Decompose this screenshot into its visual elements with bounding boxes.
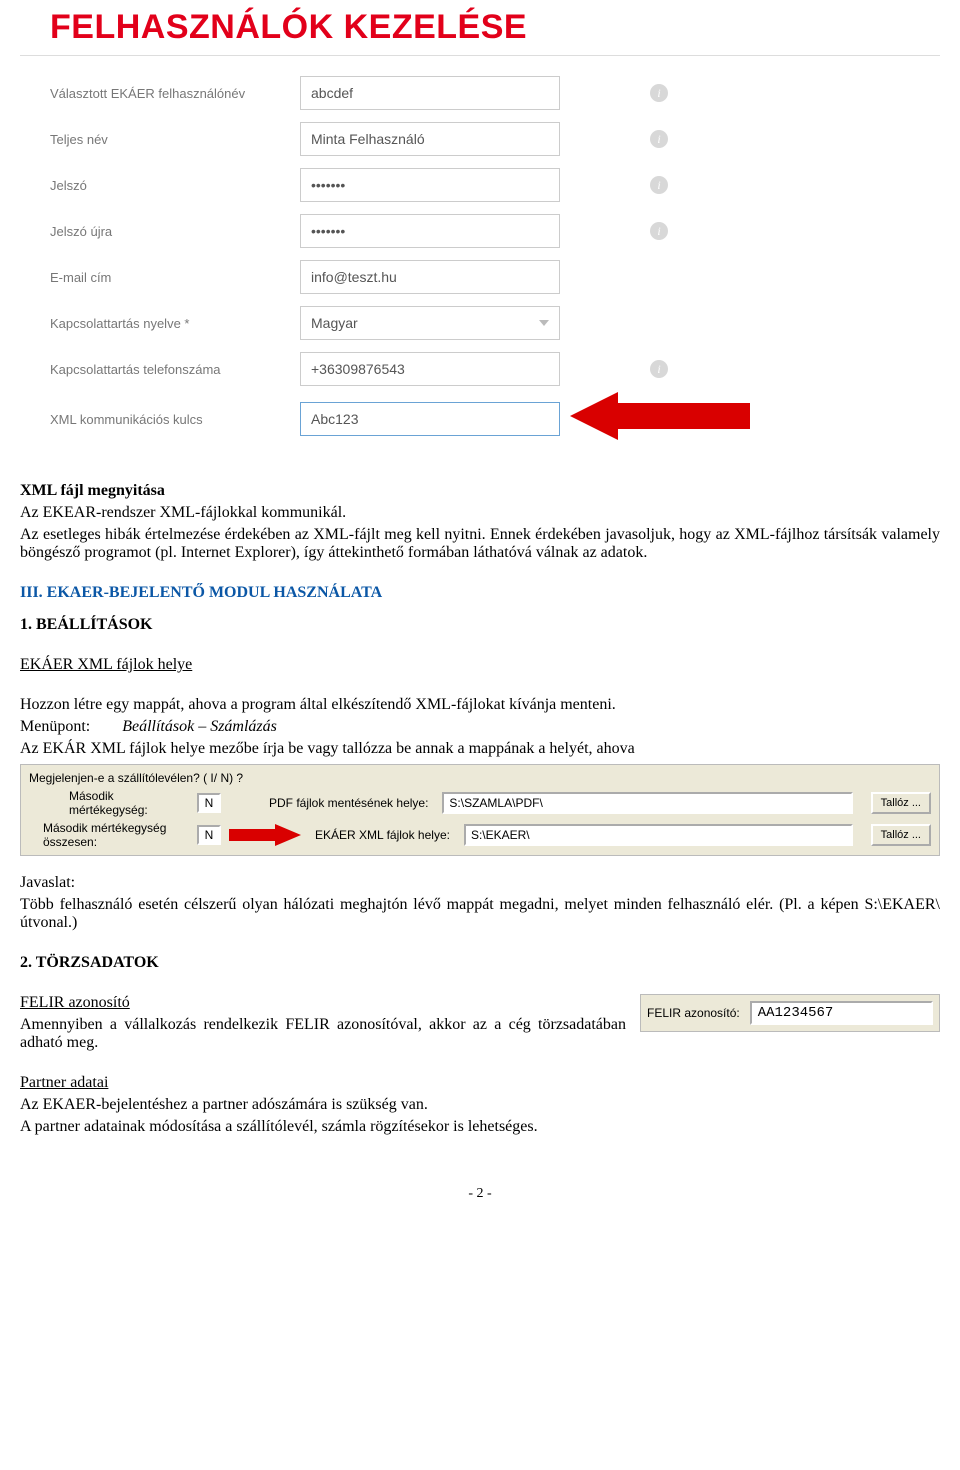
arrow-right-icon [229, 824, 301, 846]
subheading-partner: Partner adatai [20, 1074, 940, 1092]
dialog-input-ekaerpath[interactable]: S:\EKAER\ [464, 824, 853, 846]
paragraph: Menüpont: Beállítások – Számlázás [20, 718, 940, 736]
input-email[interactable]: info@teszt.hu [300, 260, 560, 294]
row-email: E-mail cím info@teszt.hu [50, 260, 940, 294]
label-password: Jelszó [50, 178, 300, 193]
input-phone[interactable]: +36309876543 [300, 352, 560, 386]
info-icon[interactable]: i [650, 360, 668, 378]
dialog-input-unit2[interactable] [197, 793, 221, 813]
paragraph: Az EKEAR-rendszer XML-fájlokkal kommunik… [20, 504, 940, 522]
paragraph: Az EKAER-bejelentéshez a partner adószám… [20, 1096, 940, 1114]
dialog-label-unit2sum: Második mértékegység összesen: [29, 821, 189, 849]
felir-input[interactable]: AA1234567 [750, 1001, 933, 1025]
label-phone: Kapcsolattartás telefonszáma [50, 362, 300, 377]
form-title: FELHASZNÁLÓK KEZELÉSE [20, 0, 940, 56]
row-phone: Kapcsolattartás telefonszáma +3630987654… [50, 352, 940, 386]
row-username: Választott EKÁER felhasználónév abcdef i [50, 76, 940, 110]
heading-masterdata: 2. TÖRZSADATOK [20, 954, 940, 972]
dialog-label-unit2: Második mértékegység: [29, 789, 189, 817]
select-language[interactable]: Magyar [300, 306, 560, 340]
browse-button[interactable]: Tallóz ... [871, 824, 931, 846]
paragraph: Hozzon létre egy mappát, ahova a program… [20, 696, 940, 714]
settings-dialog: Megjelenjen-e a szállítólevélen? ( I/ N)… [20, 764, 940, 856]
label-password-repeat: Jelszó újra [50, 224, 300, 239]
dialog-input-pdfpath[interactable]: S:\SZAMLA\PDF\ [442, 792, 852, 814]
user-form: Választott EKÁER felhasználónév abcdef i… [20, 76, 940, 467]
input-username[interactable]: abcdef [300, 76, 560, 110]
row-password: Jelszó ••••••• i [50, 168, 940, 202]
input-password[interactable]: ••••••• [300, 168, 560, 202]
paragraph: Az EKÁR XML fájlok helye mezőbe írja be … [20, 740, 940, 758]
row-fullname: Teljes név Minta Felhasználó i [50, 122, 940, 156]
paragraph: Több felhasználó esetén célszerű olyan h… [20, 896, 940, 932]
subheading-ekaer-path: EKÁER XML fájlok helye [20, 656, 940, 674]
input-xml-key[interactable]: Abc123 [300, 402, 560, 436]
heading-settings: 1. BEÁLLÍTÁSOK [20, 616, 940, 634]
dialog-label-appear: Megjelenjen-e a szállítólevélen? ( I/ N)… [29, 771, 249, 785]
input-fullname[interactable]: Minta Felhasználó [300, 122, 560, 156]
document-body: XML fájl megnyitása Az EKEAR-rendszer XM… [20, 482, 940, 1202]
heading-section-3: III. EKAER-BEJELENTŐ MODUL HASZNÁLATA [20, 584, 940, 602]
info-icon[interactable]: i [650, 84, 668, 102]
info-icon[interactable]: i [650, 176, 668, 194]
info-icon[interactable]: i [650, 222, 668, 240]
page-number: - 2 - [20, 1186, 940, 1202]
felir-label: FELIR azonosító: [647, 1006, 740, 1020]
dialog-label-ekaerpath: EKÁER XML fájlok helye: [315, 828, 450, 842]
label-fullname: Teljes név [50, 132, 300, 147]
dialog-input-unit2sum[interactable] [197, 825, 221, 845]
paragraph: Az esetleges hibák értelmezése érdekében… [20, 526, 940, 562]
input-password-repeat[interactable]: ••••••• [300, 214, 560, 248]
label-email: E-mail cím [50, 270, 300, 285]
label-language: Kapcsolattartás nyelve * [50, 316, 300, 331]
heading-xml-open: XML fájl megnyitása [20, 482, 940, 500]
arrow-left-icon [570, 392, 750, 440]
label-username: Választott EKÁER felhasználónév [50, 86, 300, 101]
info-icon[interactable]: i [650, 130, 668, 148]
chevron-down-icon [539, 320, 549, 326]
row-language: Kapcsolattartás nyelve * Magyar [50, 306, 940, 340]
dialog-label-pdfpath: PDF fájlok mentésének helye: [269, 796, 428, 810]
row-xml-key: XML kommunikációs kulcs Abc123 [50, 398, 940, 440]
felir-dialog: FELIR azonosító: AA1234567 [640, 994, 940, 1032]
paragraph: Javaslat: [20, 874, 940, 892]
browse-button[interactable]: Tallóz ... [871, 792, 931, 814]
label-xml-key: XML kommunikációs kulcs [50, 412, 300, 427]
row-password-repeat: Jelszó újra ••••••• i [50, 214, 940, 248]
paragraph: A partner adatainak módosítása a szállít… [20, 1118, 940, 1136]
